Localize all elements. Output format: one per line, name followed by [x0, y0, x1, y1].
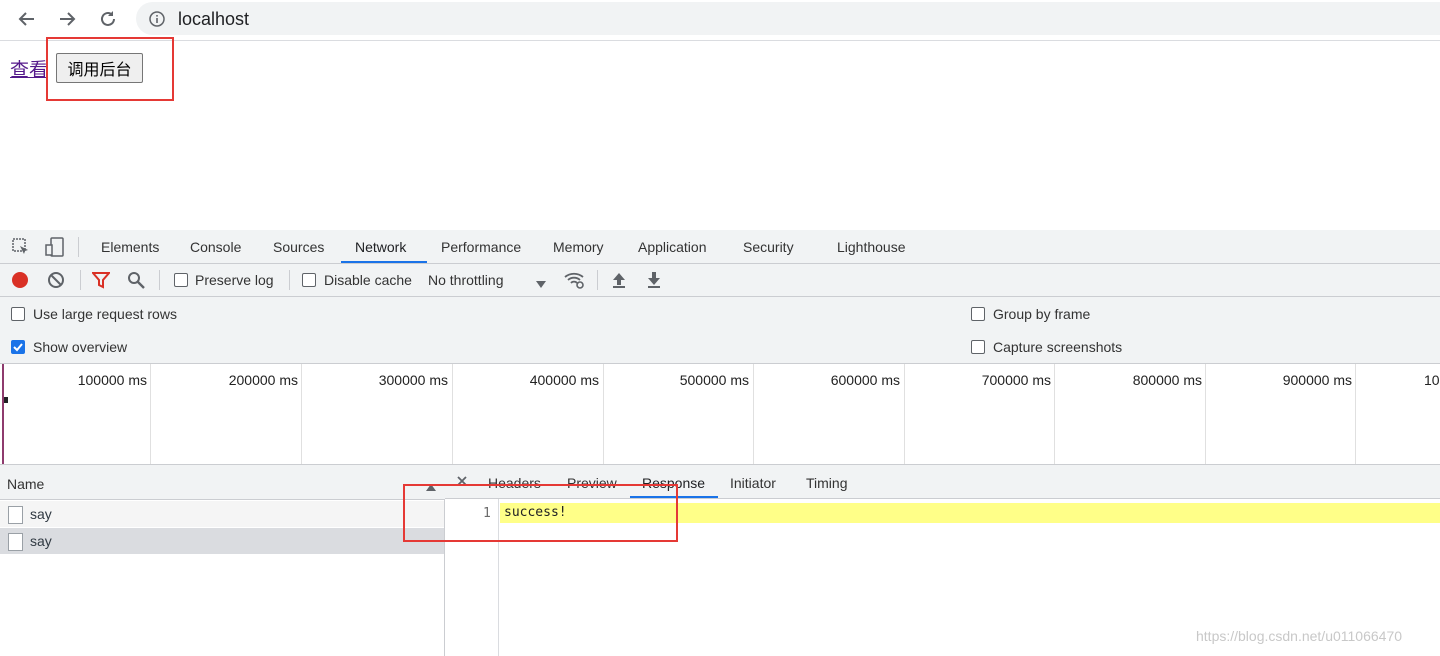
network-toolbar: Preserve log Disable cache No throttling — [0, 264, 1440, 297]
gridline — [603, 364, 604, 464]
watermark: https://blog.csdn.net/u011066470 — [1196, 628, 1403, 644]
back-icon[interactable] — [14, 6, 40, 32]
forward-icon[interactable] — [54, 6, 80, 32]
overview-tick: 400000 ms — [529, 372, 599, 388]
device-toolbar-icon[interactable] — [45, 237, 65, 262]
capture-screenshots-checkbox[interactable] — [971, 340, 985, 354]
devtools-tab-bar: Elements Console Sources Network Perform… — [0, 230, 1440, 264]
active-tab-indicator — [341, 261, 427, 263]
annotation-box — [403, 484, 678, 542]
divider — [289, 270, 290, 290]
disable-cache-checkbox[interactable] — [302, 273, 316, 287]
inspect-element-icon[interactable] — [12, 238, 30, 261]
document-icon — [8, 533, 23, 551]
group-by-frame-label: Group by frame — [993, 306, 1091, 322]
tab-application[interactable]: Application — [638, 239, 707, 255]
overview-tick: 500000 ms — [679, 372, 749, 388]
capture-screenshots-label: Capture screenshots — [993, 339, 1123, 355]
gridline — [1054, 364, 1055, 464]
request-name: say — [30, 533, 52, 549]
group-by-frame-checkbox[interactable] — [971, 307, 985, 321]
table-row[interactable]: say — [0, 528, 444, 554]
url-text: localhost — [178, 9, 250, 29]
import-har-icon[interactable] — [611, 271, 627, 294]
request-name: say — [30, 506, 52, 522]
disable-cache-label: Disable cache — [324, 272, 412, 288]
gridline — [301, 364, 302, 464]
show-overview-label: Show overview — [33, 339, 128, 355]
overview-tick: 900000 ms — [1282, 372, 1352, 388]
name-column-label: Name — [7, 476, 45, 492]
overview-tick: 10 — [1424, 372, 1440, 388]
divider — [159, 270, 160, 290]
overview-tick: 100000 ms — [77, 372, 147, 388]
tab-memory[interactable]: Memory — [553, 239, 604, 255]
preserve-log-checkbox[interactable] — [174, 273, 188, 287]
network-overview[interactable]: 100000 ms 200000 ms 300000 ms 400000 ms … — [0, 364, 1440, 465]
tab-security[interactable]: Security — [743, 239, 794, 255]
throttling-select[interactable]: No throttling — [428, 272, 503, 288]
export-har-icon[interactable] — [646, 271, 662, 294]
name-column-header[interactable]: Name — [0, 465, 445, 500]
divider — [78, 237, 79, 257]
annotation-box — [46, 37, 174, 101]
gridline — [150, 364, 151, 464]
timeline-marker — [2, 364, 4, 464]
filter-icon[interactable] — [90, 271, 112, 294]
document-icon — [8, 506, 23, 524]
overview-tick: 600000 ms — [830, 372, 900, 388]
search-icon[interactable] — [127, 271, 145, 294]
view-link[interactable]: 查看 — [10, 55, 48, 82]
divider — [80, 270, 81, 290]
gridline — [753, 364, 754, 464]
browser-toolbar: localhost — [0, 0, 1440, 41]
divider — [597, 270, 598, 290]
record-icon[interactable] — [11, 271, 29, 294]
tab-lighthouse[interactable]: Lighthouse — [837, 239, 906, 255]
gridline — [1355, 364, 1356, 464]
tab-network[interactable]: Network — [355, 239, 406, 255]
tab-console[interactable]: Console — [190, 239, 241, 255]
gridline — [904, 364, 905, 464]
overview-tick: 800000 ms — [1132, 372, 1202, 388]
preserve-log-label: Preserve log — [195, 272, 274, 288]
table-row[interactable]: say — [0, 501, 444, 527]
info-icon[interactable] — [149, 11, 165, 32]
network-conditions-icon[interactable] — [564, 270, 586, 295]
overview-tick: 300000 ms — [378, 372, 448, 388]
address-bar[interactable]: localhost — [136, 2, 1440, 35]
tab-initiator[interactable]: Initiator — [730, 475, 776, 491]
clear-icon[interactable] — [47, 271, 65, 294]
tab-timing[interactable]: Timing — [806, 475, 848, 491]
overview-tick: 200000 ms — [228, 372, 298, 388]
chevron-down-icon[interactable] — [536, 276, 546, 294]
gridline — [452, 364, 453, 464]
request-list: Name say say — [0, 465, 445, 656]
tab-sources[interactable]: Sources — [273, 239, 324, 255]
reload-icon[interactable] — [95, 6, 121, 32]
large-rows-label: Use large request rows — [33, 306, 177, 322]
overview-tick: 700000 ms — [981, 372, 1051, 388]
tab-elements[interactable]: Elements — [101, 239, 159, 255]
show-overview-checkbox[interactable] — [11, 340, 25, 354]
network-settings: Use large request rows Show overview Gro… — [0, 297, 1440, 364]
gridline — [1205, 364, 1206, 464]
large-rows-checkbox[interactable] — [11, 307, 25, 321]
request-bar — [4, 397, 8, 403]
tab-performance[interactable]: Performance — [441, 239, 521, 255]
